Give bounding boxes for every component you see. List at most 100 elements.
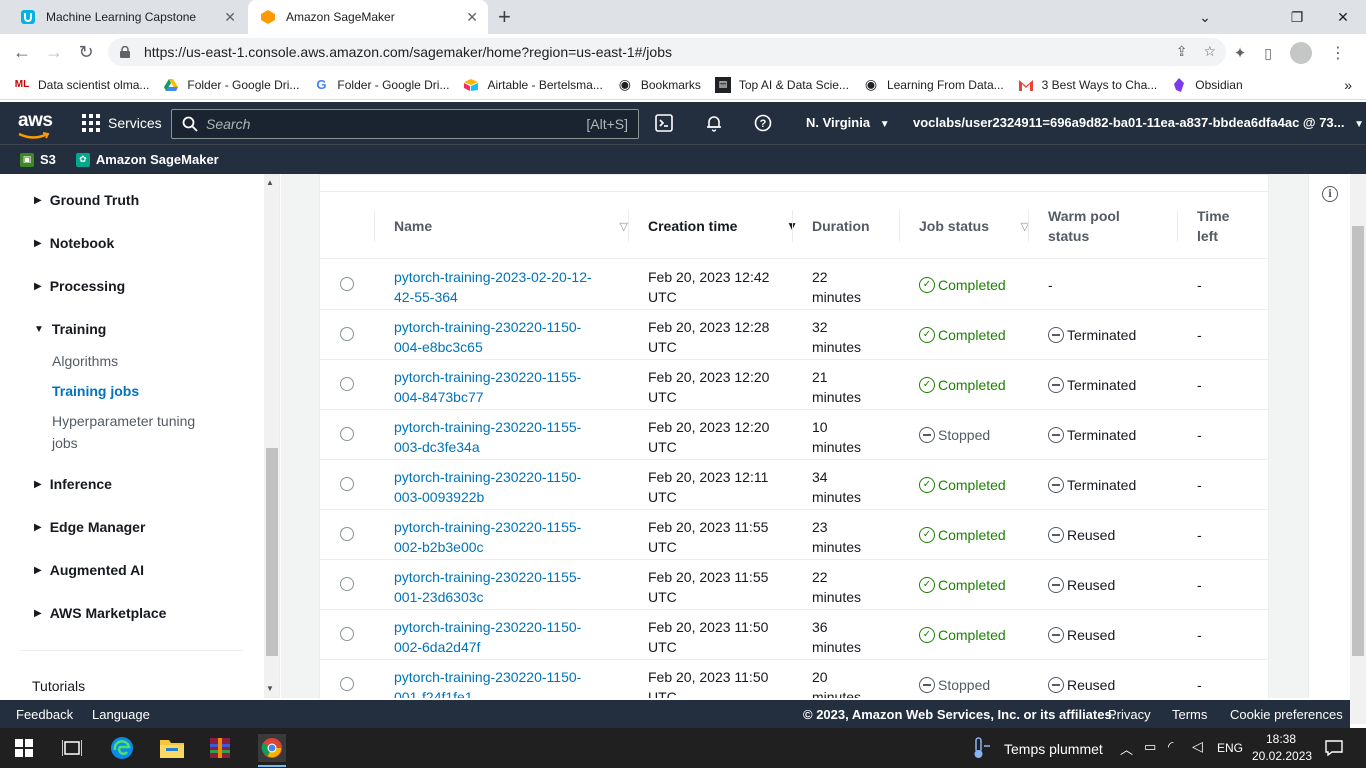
job-name-link[interactable]: pytorch-training-230220-1150- 004-e8bc3c6… xyxy=(394,317,618,357)
info-icon[interactable]: i xyxy=(1322,186,1338,202)
row-select-radio[interactable] xyxy=(340,677,354,691)
tray-chevron-icon[interactable]: ︿ xyxy=(1120,739,1133,758)
region-selector[interactable]: N. Virginia ▼ xyxy=(806,115,890,130)
profile-avatar[interactable] xyxy=(1290,42,1312,64)
services-menu[interactable]: Services xyxy=(82,114,162,132)
job-name-link[interactable]: pytorch-training-230220-1155- 003-dc3fe34… xyxy=(394,417,618,457)
job-name-link[interactable]: pytorch-training-230220-1155- 004-8473bc7… xyxy=(394,367,618,407)
language-link[interactable]: Language xyxy=(92,707,150,722)
bookmark-item[interactable]: ML Data scientist olma... xyxy=(14,77,150,93)
wifi-icon[interactable]: ◜ xyxy=(1168,738,1173,755)
bookmark-item[interactable]: Airtable - Bertelsma... xyxy=(463,77,603,93)
cookie-preferences-link[interactable]: Cookie preferences xyxy=(1230,707,1343,722)
table-row[interactable]: pytorch-training-230220-1150- 002-6da2d47… xyxy=(320,610,1268,660)
bookmark-item[interactable]: G Folder - Google Dri... xyxy=(313,77,449,93)
table-row[interactable]: pytorch-training-230220-1155- 002-b2b3e00… xyxy=(320,510,1268,560)
bookmark-star-icon[interactable]: ☆ xyxy=(1203,43,1216,60)
aws-logo[interactable]: aws xyxy=(18,110,53,139)
privacy-link[interactable]: Privacy xyxy=(1108,707,1151,722)
sidebar-section-inference[interactable]: ▶ Inference xyxy=(34,476,112,492)
menu-dots-icon[interactable]: ⋮ xyxy=(1330,43,1346,63)
sidebar-section-augmented-ai[interactable]: ▶ Augmented AI xyxy=(34,562,144,578)
terms-link[interactable]: Terms xyxy=(1172,707,1207,722)
close-window-icon[interactable]: ✕ xyxy=(1320,0,1366,34)
row-select-radio[interactable] xyxy=(340,277,354,291)
tab-search-icon[interactable]: ⌄ xyxy=(1182,0,1228,34)
search-input[interactable]: Search [Alt+S] xyxy=(171,109,639,139)
page-scrollbar[interactable] xyxy=(1350,174,1366,724)
table-row[interactable]: pytorch-training-230220-1150- 004-e8bc3c6… xyxy=(320,310,1268,360)
battery-icon[interactable]: ▭ xyxy=(1144,739,1156,755)
more-bookmarks-icon[interactable]: » xyxy=(1344,77,1352,93)
sidebar-item-tutorials[interactable]: Tutorials xyxy=(32,678,85,694)
sidebar-scrollbar-thumb[interactable] xyxy=(266,448,278,656)
bookmark-item[interactable]: ◉ Learning From Data... xyxy=(863,76,1004,93)
table-row[interactable]: pytorch-training-230220-1150- 003-0093922… xyxy=(320,460,1268,510)
row-select-radio[interactable] xyxy=(340,527,354,541)
task-view-icon[interactable] xyxy=(60,736,84,760)
job-name-link[interactable]: pytorch-training-2023-02-20-12- 42-55-364 xyxy=(394,267,618,307)
close-tab-icon[interactable]: ✕ xyxy=(224,9,236,26)
weather-text[interactable]: Temps plummet xyxy=(1004,741,1103,757)
forward-icon[interactable]: → xyxy=(42,40,66,64)
side-panel-icon[interactable]: ▯ xyxy=(1264,45,1272,62)
windows-start-icon[interactable] xyxy=(12,736,36,760)
scroll-down-icon[interactable]: ▼ xyxy=(266,684,274,693)
new-tab-icon[interactable]: + xyxy=(498,4,511,30)
row-select-radio[interactable] xyxy=(340,477,354,491)
volume-icon[interactable]: ◁ xyxy=(1192,738,1203,755)
restore-window-icon[interactable]: ❐ xyxy=(1274,0,1320,34)
clock-date[interactable]: 20.02.2023 xyxy=(1252,749,1312,763)
clock-time[interactable]: 18:38 xyxy=(1266,732,1296,746)
job-name-link[interactable]: pytorch-training-230220-1150- 003-0093922… xyxy=(394,467,618,507)
sidebar-section-ground-truth[interactable]: ▶ Ground Truth xyxy=(34,192,139,208)
row-select-radio[interactable] xyxy=(340,427,354,441)
reload-icon[interactable]: ↻ xyxy=(74,40,98,64)
job-name-link[interactable]: pytorch-training-230220-1155- 002-b2b3e00… xyxy=(394,517,618,557)
chrome-icon[interactable] xyxy=(258,734,286,762)
scroll-up-icon[interactable]: ▲ xyxy=(266,178,274,187)
edge-icon[interactable] xyxy=(110,736,134,760)
bell-icon[interactable] xyxy=(705,114,723,137)
close-tab-icon[interactable]: ✕ xyxy=(466,9,478,26)
address-bar[interactable]: https://us-east-1.console.aws.amazon.com… xyxy=(108,38,1226,66)
sidebar-item-hyperparameter-tuning-cont[interactable]: jobs xyxy=(52,435,78,451)
feedback-link[interactable]: Feedback xyxy=(16,707,73,722)
winrar-icon[interactable] xyxy=(208,736,232,760)
table-row[interactable]: pytorch-training-230220-1155- 001-23d6303… xyxy=(320,560,1268,610)
sidebar-item-hyperparameter-tuning[interactable]: Hyperparameter tuning xyxy=(52,413,195,429)
sidebar-section-processing[interactable]: ▶ Processing xyxy=(34,278,125,294)
browser-tab-sagemaker[interactable]: Amazon SageMaker ✕ xyxy=(248,0,488,34)
job-name-link[interactable]: pytorch-training-230220-1150- 001-f24f1fe… xyxy=(394,667,618,698)
weather-icon[interactable] xyxy=(970,736,994,760)
table-row[interactable]: pytorch-training-2023-02-20-12- 42-55-364… xyxy=(320,260,1268,310)
row-select-radio[interactable] xyxy=(340,627,354,641)
job-name-link[interactable]: pytorch-training-230220-1155- 001-23d6303… xyxy=(394,567,618,607)
back-icon[interactable]: ← xyxy=(10,40,34,64)
bookmark-item[interactable]: Obsidian xyxy=(1171,77,1243,93)
job-name-link[interactable]: pytorch-training-230220-1150- 002-6da2d47… xyxy=(394,617,618,657)
bookmark-item[interactable]: 3 Best Ways to Cha... xyxy=(1018,77,1157,93)
sidebar-section-edge-manager[interactable]: ▶ Edge Manager xyxy=(34,519,145,535)
sidebar-section-training[interactable]: ▼ Training xyxy=(34,321,106,337)
sidebar-item-algorithms[interactable]: Algorithms xyxy=(52,353,118,369)
notifications-icon[interactable] xyxy=(1322,736,1346,760)
sidebar-section-notebook[interactable]: ▶ Notebook xyxy=(34,235,114,251)
row-select-radio[interactable] xyxy=(340,377,354,391)
column-creation-time[interactable]: Creation time ▼ xyxy=(628,192,798,260)
language-indicator[interactable]: ENG xyxy=(1217,741,1243,755)
favorite-s3[interactable]: ▣ S3 xyxy=(20,152,56,167)
favorite-sagemaker[interactable]: ✿ Amazon SageMaker xyxy=(75,152,219,167)
row-select-radio[interactable] xyxy=(340,577,354,591)
bookmark-item[interactable]: ◉ Bookmarks xyxy=(617,76,701,93)
table-row[interactable]: pytorch-training-230220-1155- 004-8473bc7… xyxy=(320,360,1268,410)
bookmark-item[interactable]: Folder - Google Dri... xyxy=(163,77,299,93)
help-icon[interactable]: ? xyxy=(754,114,772,137)
sidebar-section-aws-marketplace[interactable]: ▶ AWS Marketplace xyxy=(34,605,166,621)
page-scrollbar-thumb[interactable] xyxy=(1352,226,1364,656)
cloudshell-icon[interactable] xyxy=(655,114,673,137)
bookmark-item[interactable]: ▤ Top AI & Data Scie... xyxy=(714,76,849,93)
table-row[interactable]: pytorch-training-230220-1155- 003-dc3fe34… xyxy=(320,410,1268,460)
file-explorer-icon[interactable] xyxy=(160,736,184,760)
extensions-icon[interactable]: ✦ xyxy=(1234,44,1247,62)
